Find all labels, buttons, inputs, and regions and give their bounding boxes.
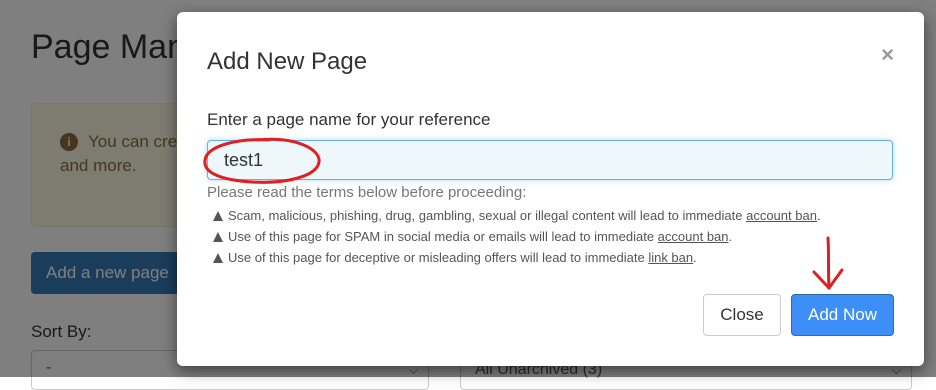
term-item: Scam, malicious, phishing, drug, gamblin… — [213, 205, 821, 226]
warning-icon — [213, 211, 223, 221]
close-icon[interactable]: × — [881, 42, 894, 68]
down-arrow-annotation — [812, 236, 844, 290]
term-item: Use of this page for SPAM in social medi… — [213, 226, 821, 247]
add-page-modal: Add New Page × Enter a page name for you… — [177, 12, 924, 366]
page-name-input[interactable] — [207, 140, 893, 180]
page-name-label: Enter a page name for your reference — [207, 110, 491, 129]
warning-icon — [213, 232, 223, 242]
account-ban-link[interactable]: account ban — [658, 229, 729, 244]
close-button[interactable]: Close — [703, 294, 781, 336]
warning-icon — [213, 253, 223, 263]
link-ban-link[interactable]: link ban — [648, 250, 693, 265]
modal-title: Add New Page — [207, 48, 368, 75]
term-item: Use of this page for deceptive or mislea… — [213, 247, 821, 268]
account-ban-link[interactable]: account ban — [746, 208, 817, 223]
terms-intro: Please read the terms below before proce… — [207, 184, 527, 201]
add-now-button[interactable]: Add Now — [791, 294, 894, 336]
terms-list: Scam, malicious, phishing, drug, gamblin… — [213, 205, 821, 268]
